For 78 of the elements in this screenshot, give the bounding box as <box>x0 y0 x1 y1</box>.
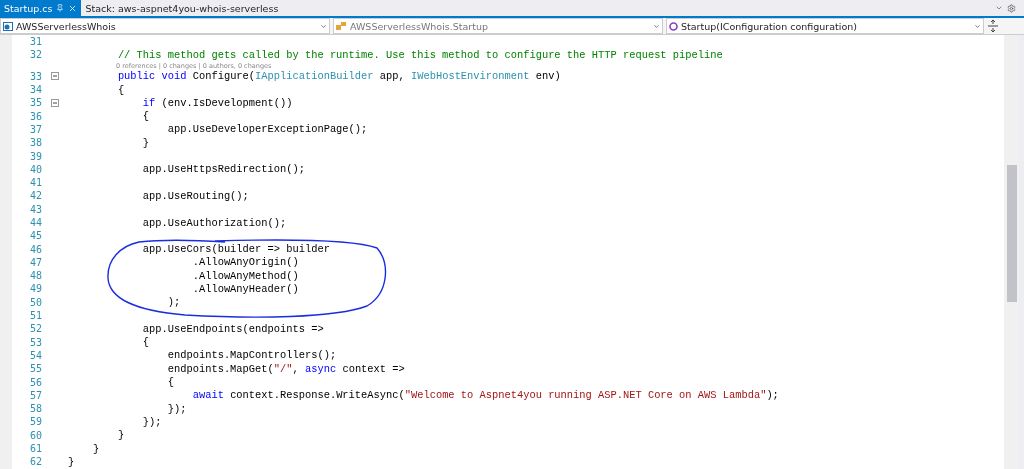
code-line: } <box>116 429 125 442</box>
line-number: 57 <box>28 389 42 401</box>
code-line: if (env.IsDevelopment()) <box>141 96 293 109</box>
line-number: 34 <box>28 84 42 96</box>
collapse-icon[interactable] <box>51 98 59 107</box>
line-number: 35 <box>28 97 42 109</box>
code-line: { <box>141 336 150 349</box>
code-line: { <box>166 376 174 389</box>
code-line: } <box>91 442 100 455</box>
split-window-icon[interactable] <box>987 19 999 33</box>
line-number: 51 <box>28 310 42 322</box>
line-number: 48 <box>28 270 42 282</box>
file-tab[interactable]: Startup.cs <box>0 0 82 16</box>
code-line: { <box>116 83 125 96</box>
line-number: 45 <box>28 230 42 242</box>
line-number: 52 <box>28 323 42 335</box>
line-number: 62 <box>28 456 42 468</box>
code-line: endpoints.MapGet("/", async context => <box>166 362 405 375</box>
close-icon[interactable] <box>68 3 78 13</box>
line-number: 59 <box>28 416 42 428</box>
code-line: public void Configure(IApplicationBuilder app, IWebHostEnvironment env) <box>116 70 561 83</box>
class-icon <box>336 21 347 31</box>
line-number: 56 <box>28 376 42 388</box>
code-line: app.UseDeveloperExceptionPage(); <box>166 123 368 136</box>
line-number: 32 <box>28 49 42 61</box>
line-number: 39 <box>28 150 42 162</box>
line-number: 54 <box>28 349 42 361</box>
code-line: }); <box>141 415 162 428</box>
line-number: 31 <box>28 36 42 48</box>
code-line: endpoints.MapControllers(); <box>166 349 337 362</box>
navigation-dropdown[interactable]: Startup(IConfiguration configuration) <box>666 18 984 34</box>
code-line: .AllowAnyMethod() <box>191 269 299 282</box>
file-tab[interactable]: Stack: aws-aspnet4you-whois-serverless <box>81 0 283 16</box>
dropdown-icon[interactable] <box>995 4 1003 12</box>
line-number: 61 <box>28 443 42 455</box>
caret-icon <box>653 22 660 30</box>
scrollbar-thumb[interactable] <box>1006 165 1017 302</box>
line-number: 44 <box>28 217 42 228</box>
code-line: // This method gets called by the runtime. Use this method to configure the HTTP request pipeline <box>116 48 723 61</box>
line-number: 33 <box>28 70 42 82</box>
pin-icon[interactable] <box>56 4 65 12</box>
line-number: 41 <box>28 177 42 189</box>
code-line: .AllowAnyOrigin() <box>191 256 299 269</box>
line-number: 43 <box>28 203 42 215</box>
code-line: app.UseEndpoints(endpoints => <box>141 322 324 335</box>
line-number: 37 <box>28 123 42 135</box>
line-number: 42 <box>28 190 42 202</box>
line-number: 38 <box>28 137 42 149</box>
method-icon <box>669 21 678 31</box>
code-line: { <box>141 110 150 123</box>
collapse-icon[interactable] <box>51 72 59 81</box>
code-line: .AllowAnyHeader() <box>191 283 299 295</box>
line-number: 55 <box>28 363 42 375</box>
line-number: 58 <box>28 403 42 415</box>
line-number: 53 <box>28 336 42 348</box>
line-number: 46 <box>28 243 42 255</box>
navigation-dropdown[interactable]: AWSServerlessWhois.Startup <box>333 18 663 34</box>
vertical-scrollbar[interactable] <box>1004 35 1019 469</box>
code-line: app.UseRouting(); <box>141 189 249 202</box>
code-line: app.UseAuthorization(); <box>141 216 287 229</box>
line-number: 49 <box>28 283 42 295</box>
caret-icon <box>974 22 981 30</box>
code-line: } <box>68 455 75 468</box>
code-line: }); <box>166 402 187 415</box>
settings-icon[interactable] <box>1007 3 1016 13</box>
line-number: 50 <box>28 296 42 308</box>
code-line: ); <box>166 296 181 309</box>
code-line: app.UseHttpsRedirection(); <box>141 163 305 176</box>
project-icon <box>3 21 13 31</box>
line-number: 36 <box>28 110 42 122</box>
line-number: 60 <box>28 429 42 441</box>
code-line: app.UseCors(builder => builder <box>141 243 330 256</box>
code-line: await context.Response.WriteAsync("Welcome to Aspnet4you running ASP.NET Core on AWS Lambda"); <box>191 389 779 402</box>
line-number: 40 <box>28 163 42 175</box>
line-number: 47 <box>28 256 42 268</box>
caret-icon <box>320 22 327 30</box>
code-line: } <box>141 136 150 149</box>
navigation-dropdown[interactable]: AWSServerlessWhois <box>0 18 330 34</box>
